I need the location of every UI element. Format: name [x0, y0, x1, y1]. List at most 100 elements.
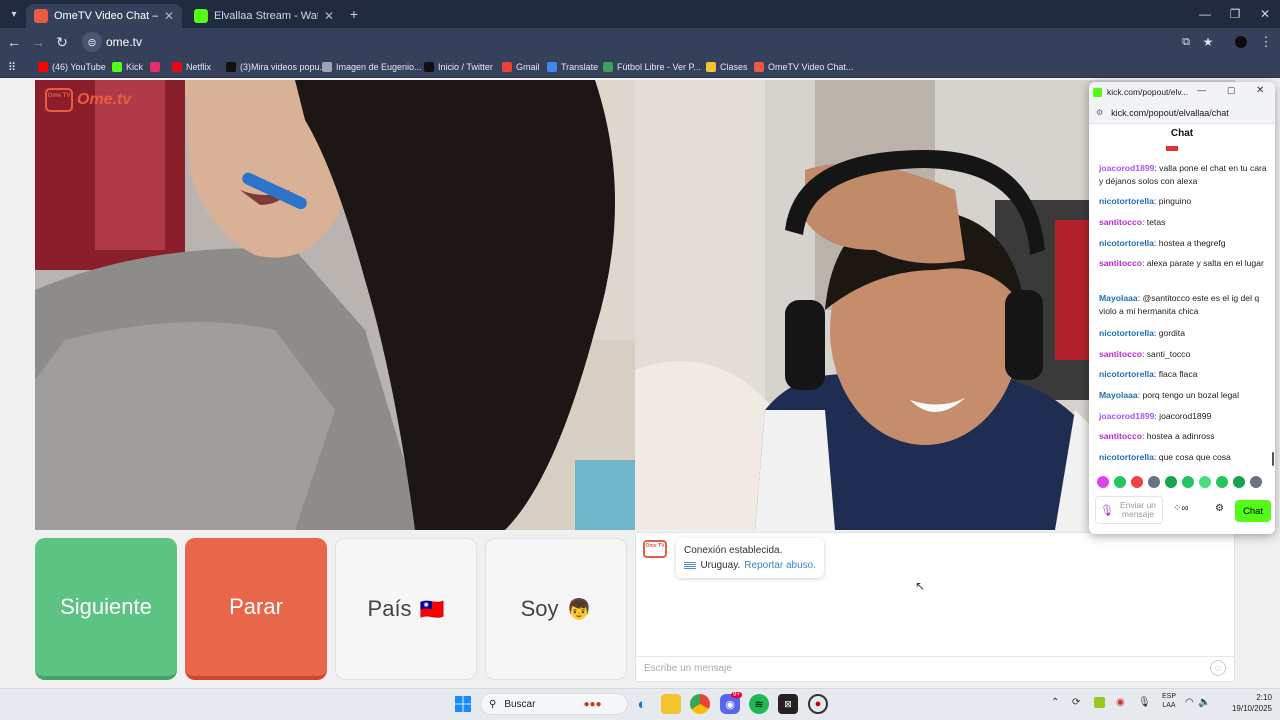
bookmark-3[interactable]: Netflix — [172, 58, 211, 76]
bookmark-4[interactable]: (3)Mira videos popu... — [226, 58, 327, 76]
chat-message: nicotortorella: gordita — [1099, 327, 1269, 340]
apps-grid-icon[interactable]: ⠿ — [8, 58, 16, 76]
wifi-icon[interactable]: ◠ — [1185, 697, 1194, 708]
chat-username[interactable]: nicotortorella — [1099, 369, 1154, 379]
install-app-icon[interactable]: ⧉ — [1176, 32, 1196, 52]
bookmark-6[interactable]: Inicio / Twitter — [424, 58, 493, 76]
popup-minimize-icon[interactable]: — — [1197, 85, 1206, 95]
tab-search-icon[interactable]: ▾ — [6, 6, 22, 22]
chat-username[interactable]: Mayolaaa — [1099, 293, 1138, 303]
chat-username[interactable]: nicotortorella — [1099, 328, 1154, 338]
emote-0-icon[interactable] — [1097, 476, 1109, 488]
bookmark-10[interactable]: Clases — [706, 58, 748, 76]
connection-status-bubble: Conexión establecida. Uruguay. Reportar … — [676, 538, 824, 578]
popup-close-icon[interactable]: ✕ — [1256, 85, 1264, 96]
bookmark-1[interactable]: Kick — [112, 58, 143, 76]
reload-icon[interactable]: ↻ — [52, 32, 72, 52]
bookmark-star-icon[interactable]: ★ — [1198, 32, 1218, 52]
bookmark-5[interactable]: Imagen de Eugenio... — [322, 58, 422, 76]
forward-icon[interactable]: → — [28, 32, 48, 52]
tray-overflow-icon[interactable]: ⌃ — [1051, 697, 1059, 708]
chat-message: santitocco: santi_tocco — [1099, 348, 1269, 361]
emote-6-icon[interactable] — [1199, 476, 1211, 488]
chrome-icon[interactable] — [690, 694, 710, 714]
close-tab-icon[interactable]: ✕ — [164, 9, 174, 23]
edge-icon[interactable]: ◐ — [632, 694, 652, 714]
volume-icon[interactable]: 🔈 — [1198, 697, 1210, 708]
close-window-icon[interactable]: ✕ — [1250, 4, 1280, 24]
mic-icon[interactable]: 🎙 — [1100, 504, 1114, 517]
chat-username[interactable]: santitocco — [1099, 217, 1142, 227]
windows-start-icon[interactable] — [453, 694, 473, 714]
tray-sync-icon[interactable]: ⟳ — [1072, 697, 1080, 708]
address-bar[interactable]: ome.tv — [80, 30, 1230, 54]
tray-app-icon[interactable] — [1094, 697, 1105, 708]
chat-username[interactable]: santitocco — [1099, 258, 1142, 268]
recording-app-icon[interactable]: ● — [808, 694, 828, 714]
bookmark-7[interactable]: Gmail — [502, 58, 540, 76]
tab-kick[interactable]: Elvallaa Stream - Watch Live on ✕ — [186, 4, 342, 28]
chat-username[interactable]: nicotortorella — [1099, 452, 1154, 462]
chat-scrollbar[interactable] — [1272, 452, 1274, 466]
chat-text: : gordita — [1153, 328, 1185, 338]
bookmark-favicon-icon — [322, 62, 332, 72]
profile-avatar[interactable] — [1235, 36, 1247, 48]
menu-kebab-icon[interactable]: ⋮ — [1256, 32, 1276, 52]
minimize-icon[interactable]: — — [1190, 4, 1220, 24]
emote-5-icon[interactable] — [1182, 476, 1194, 488]
emote-picker-icon[interactable]: ⁘∞ — [1173, 503, 1189, 514]
chat-text: : alexa parate y salta en el lugar — [1141, 258, 1264, 268]
chat-settings-icon[interactable]: ⚙ — [1215, 503, 1224, 514]
chat-username[interactable]: santitocco — [1099, 431, 1142, 441]
bookmark-favicon-icon — [754, 62, 764, 72]
chat-username[interactable]: joacorod1899 — [1099, 163, 1154, 173]
back-icon[interactable]: ← — [4, 32, 24, 52]
clock[interactable]: 2:10 19/10/2025 — [1216, 692, 1272, 714]
chat-username[interactable]: joacorod1899 — [1099, 411, 1154, 421]
emote-4-icon[interactable] — [1165, 476, 1177, 488]
stranger-video-frame — [35, 80, 635, 530]
chat-username[interactable]: nicotortorella — [1099, 196, 1154, 206]
stop-button[interactable]: Parar — [185, 538, 327, 680]
chat-username[interactable]: Mayolaaa — [1099, 390, 1138, 400]
popup-maximize-icon[interactable]: ▢ — [1227, 85, 1236, 96]
close-tab-icon[interactable]: ✕ — [324, 9, 334, 23]
chat-username[interactable]: santitocco — [1099, 349, 1142, 359]
bookmark-8[interactable]: Translate — [547, 58, 598, 76]
country-button[interactable]: País 🇹🇼 — [335, 538, 477, 680]
lang-bottom: LAA — [1162, 702, 1176, 709]
bookmark-2[interactable] — [150, 58, 164, 76]
message-input[interactable]: Escribe un mensaje — [636, 656, 1234, 681]
taskbar-search[interactable]: ⚲ Buscar ●●● — [480, 693, 628, 715]
kick-url-bar[interactable]: ⚙ kick.com/popout/elvallaa/chat — [1089, 102, 1275, 124]
site-info-icon[interactable]: ⊜ — [82, 32, 102, 52]
tray-mic-icon[interactable]: 🎙 — [1138, 697, 1151, 708]
kick-chat-input[interactable]: 🎙 Enviar un mensaje — [1095, 496, 1163, 524]
kick-popup-title: kick.com/popout/elv... — [1107, 87, 1189, 97]
bookmark-11[interactable]: OmeTV Video Chat... — [754, 58, 853, 76]
bookmark-0[interactable]: (46) YouTube — [38, 58, 106, 76]
emote-2-icon[interactable] — [1131, 476, 1143, 488]
file-explorer-icon[interactable] — [661, 694, 681, 714]
emote-8-icon[interactable] — [1233, 476, 1245, 488]
emote-7-icon[interactable] — [1216, 476, 1228, 488]
send-chat-button[interactable]: Chat — [1235, 500, 1271, 522]
emote-3-icon[interactable] — [1148, 476, 1160, 488]
emote-9-icon[interactable] — [1250, 476, 1262, 488]
emote-1-icon[interactable] — [1114, 476, 1126, 488]
next-button[interactable]: Siguiente — [35, 538, 177, 680]
chat-text: : santi_tocco — [1141, 349, 1191, 359]
chat-username[interactable]: nicotortorella — [1099, 238, 1154, 248]
tray-obs-icon[interactable]: ◉ — [1116, 697, 1125, 708]
tab-ometv[interactable]: OmeTV Video Chat — Ome ✕ — [26, 4, 182, 28]
chat-divider-badge — [1166, 146, 1178, 151]
new-tab-button[interactable]: + — [346, 6, 362, 22]
language-indicator[interactable]: ESP LAA — [1158, 692, 1180, 710]
spotify-icon[interactable]: ≋ — [749, 694, 769, 714]
gender-button[interactable]: Soy 👦 — [485, 538, 627, 680]
capcut-icon[interactable]: ⊠ — [778, 694, 798, 714]
bookmark-9[interactable]: Fútbol Libre - Ver P... — [603, 58, 701, 76]
report-abuse-link[interactable]: Reportar abuso. — [744, 558, 816, 573]
maximize-icon[interactable]: ❐ — [1220, 4, 1250, 24]
emoji-icon[interactable]: ☺ — [1210, 660, 1226, 676]
